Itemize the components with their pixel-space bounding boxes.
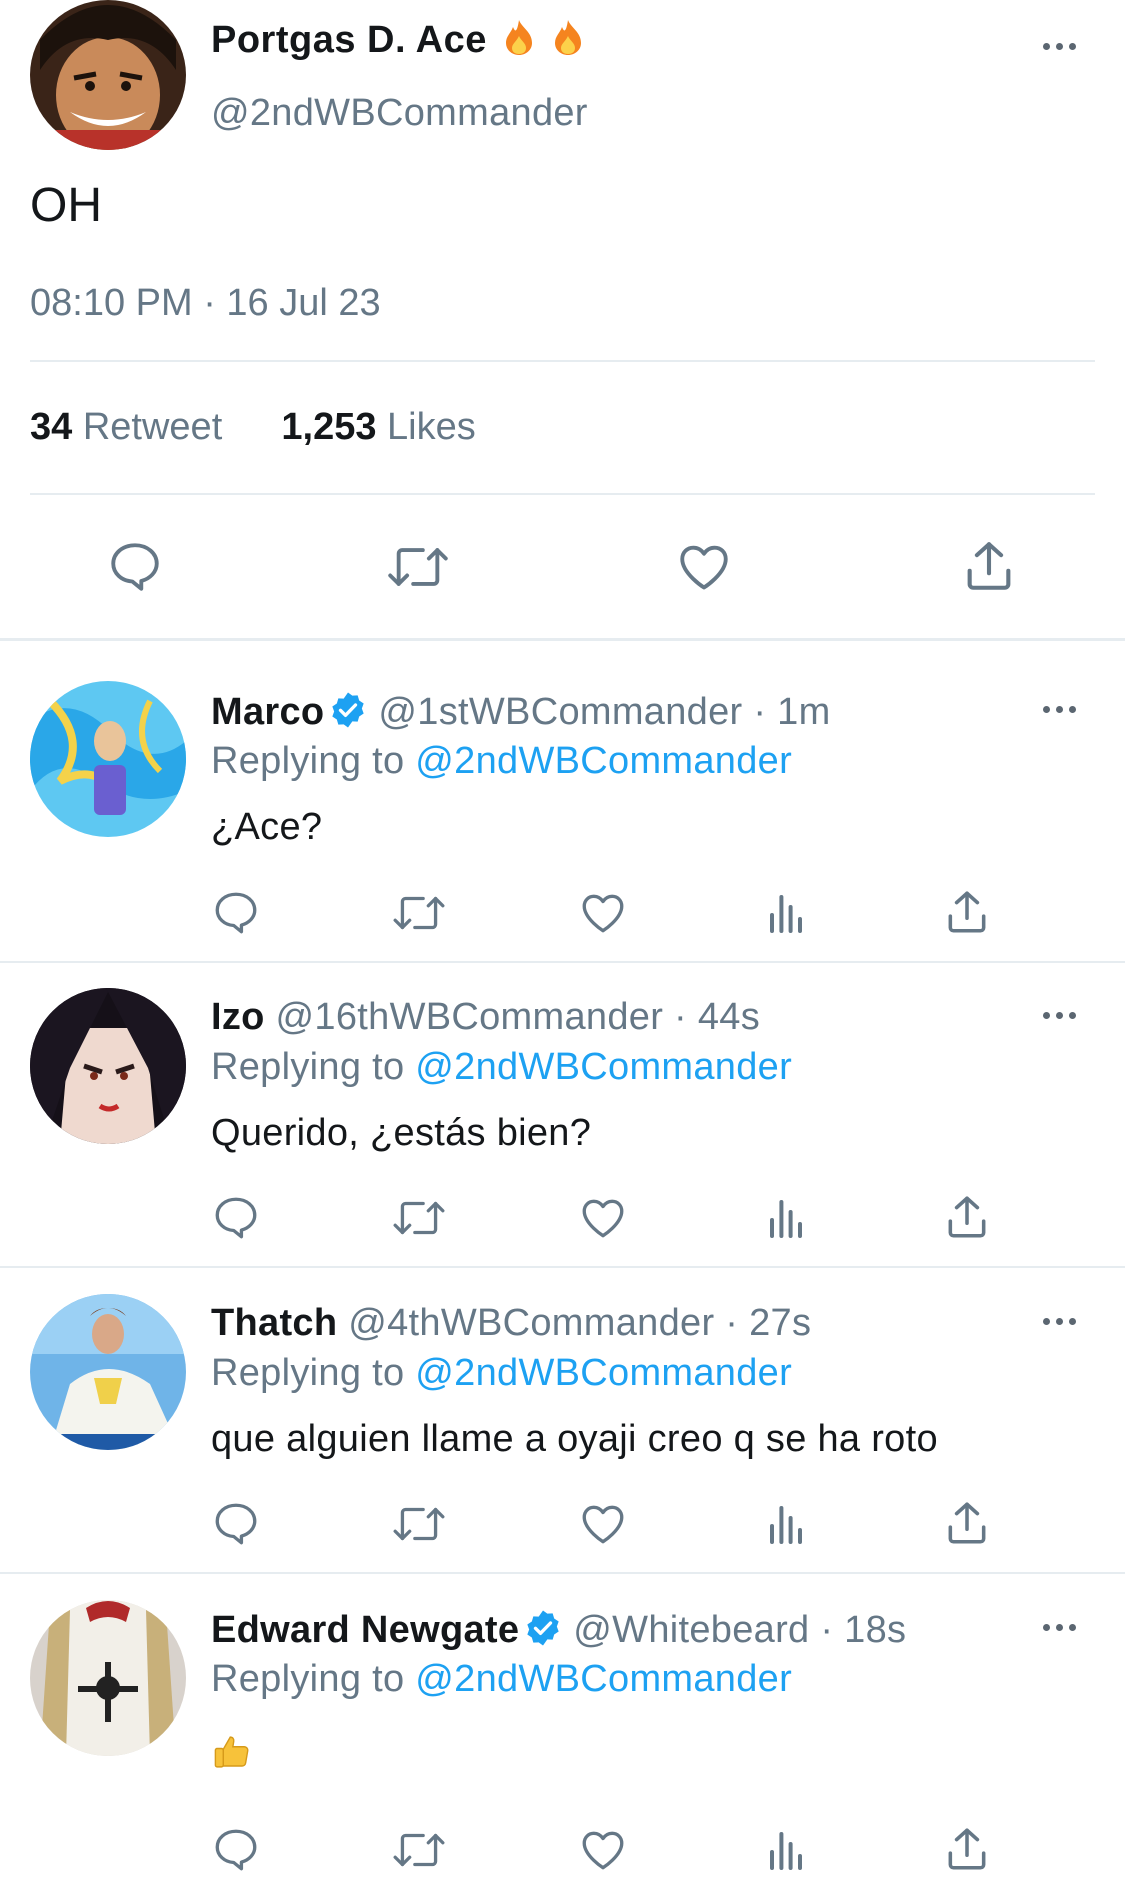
- retweet-icon[interactable]: [390, 1825, 448, 1880]
- reply-author-name[interactable]: Izo: [211, 996, 265, 1038]
- reply-handle-time: @16thWBCommander · 44s: [275, 996, 760, 1038]
- divider: [0, 961, 1125, 963]
- divider: [30, 360, 1095, 362]
- likes-count: 1,253: [281, 406, 377, 448]
- retweet-icon[interactable]: [390, 888, 448, 943]
- reply-text: que alguien llame a oyaji creo q se ha r…: [211, 1418, 938, 1460]
- likes-label[interactable]: Likes: [387, 406, 476, 448]
- reply-handle-time: @1stWBCommander · 1m: [378, 691, 831, 733]
- avatar-izo[interactable]: [30, 988, 186, 1144]
- replying-to: Replying to @2ndWBCommander: [211, 740, 792, 783]
- share-icon[interactable]: [942, 886, 992, 943]
- reply-icon[interactable]: [211, 888, 261, 943]
- tweet-stats: 34 Retweet 1,253 Likes: [30, 406, 476, 449]
- share-icon[interactable]: [942, 1191, 992, 1248]
- divider: [0, 638, 1125, 641]
- avatar-marco[interactable]: [30, 681, 186, 837]
- share-icon[interactable]: [942, 1497, 992, 1554]
- like-icon[interactable]: [577, 888, 629, 943]
- more-options-icon[interactable]: [1043, 703, 1083, 715]
- more-options-icon[interactable]: [1043, 40, 1083, 52]
- reply-author-name[interactable]: Marco: [211, 691, 324, 733]
- replying-to: Replying to @2ndWBCommander: [211, 1046, 792, 1089]
- avatar-ace[interactable]: [30, 0, 186, 150]
- more-options-icon[interactable]: [1043, 1621, 1083, 1633]
- replying-to-label: Replying to: [211, 1658, 405, 1700]
- tweet-timestamp[interactable]: 08:10 PM · 16 Jul 23: [30, 282, 381, 325]
- share-icon[interactable]: [960, 536, 1018, 601]
- divider: [0, 1572, 1125, 1574]
- like-icon[interactable]: [674, 538, 734, 601]
- reply-icon[interactable]: [211, 1825, 261, 1880]
- avatar-thatch[interactable]: [30, 1294, 186, 1450]
- analytics-icon[interactable]: [762, 888, 810, 943]
- verified-badge-icon: [328, 690, 368, 740]
- share-icon[interactable]: [942, 1823, 992, 1880]
- retweet-count: 34: [30, 406, 73, 448]
- reply-header: Izo @16thWBCommander · 44s: [211, 996, 760, 1039]
- replying-to-handle-link[interactable]: @2ndWBCommander: [415, 1046, 792, 1088]
- analytics-icon[interactable]: [762, 1193, 810, 1248]
- author-name-text: Portgas D. Ace: [211, 19, 487, 61]
- analytics-icon[interactable]: [762, 1825, 810, 1880]
- replying-to: Replying to @2ndWBCommander: [211, 1352, 792, 1395]
- reply-header: Marco @1stWBCommander · 1m: [211, 690, 831, 740]
- reply-header: Thatch @4thWBCommander · 27s: [211, 1302, 811, 1345]
- fire-icon: [551, 18, 585, 66]
- retweet-label[interactable]: Retweet: [83, 406, 222, 448]
- analytics-icon[interactable]: [762, 1499, 810, 1554]
- reply-handle-time: @Whitebeard · 18s: [573, 1609, 907, 1651]
- reply-text: Querido, ¿estás bien?: [211, 1112, 592, 1154]
- retweet-icon[interactable]: [390, 1193, 448, 1248]
- avatar-whitebeard[interactable]: [30, 1600, 186, 1756]
- retweet-icon[interactable]: [390, 1499, 448, 1554]
- reply-author-name[interactable]: Edward Newgate: [211, 1609, 519, 1651]
- replying-to: Replying to @2ndWBCommander: [211, 1658, 792, 1701]
- reply-icon[interactable]: [211, 1499, 261, 1554]
- verified-badge-icon: [523, 1608, 563, 1658]
- replying-to-label: Replying to: [211, 1046, 405, 1088]
- replying-to-label: Replying to: [211, 740, 405, 782]
- replying-to-label: Replying to: [211, 1352, 405, 1394]
- reply-handle-time: @4thWBCommander · 27s: [348, 1302, 812, 1344]
- thumbs-up-icon: [211, 1730, 253, 1784]
- reply-header: Edward Newgate @Whitebeard · 18s: [211, 1608, 906, 1658]
- more-options-icon[interactable]: [1043, 1009, 1083, 1021]
- like-icon[interactable]: [577, 1825, 629, 1880]
- divider: [0, 1266, 1125, 1268]
- more-options-icon[interactable]: [1043, 1315, 1083, 1327]
- fire-icon: [502, 18, 536, 66]
- retweet-icon[interactable]: [384, 538, 452, 601]
- reply-icon[interactable]: [211, 1193, 261, 1248]
- reply-icon[interactable]: [106, 538, 164, 601]
- author-handle[interactable]: @2ndWBCommander: [211, 92, 588, 135]
- like-icon[interactable]: [577, 1193, 629, 1248]
- replying-to-handle-link[interactable]: @2ndWBCommander: [415, 1658, 792, 1700]
- like-icon[interactable]: [577, 1499, 629, 1554]
- replying-to-handle-link[interactable]: @2ndWBCommander: [415, 1352, 792, 1394]
- divider: [30, 493, 1095, 495]
- tweet-text: OH: [30, 179, 102, 232]
- replying-to-handle-link[interactable]: @2ndWBCommander: [415, 740, 792, 782]
- reply-text: ¿Ace?: [211, 806, 323, 848]
- reply-author-name[interactable]: Thatch: [211, 1302, 337, 1344]
- author-name[interactable]: Portgas D. Ace: [211, 18, 585, 66]
